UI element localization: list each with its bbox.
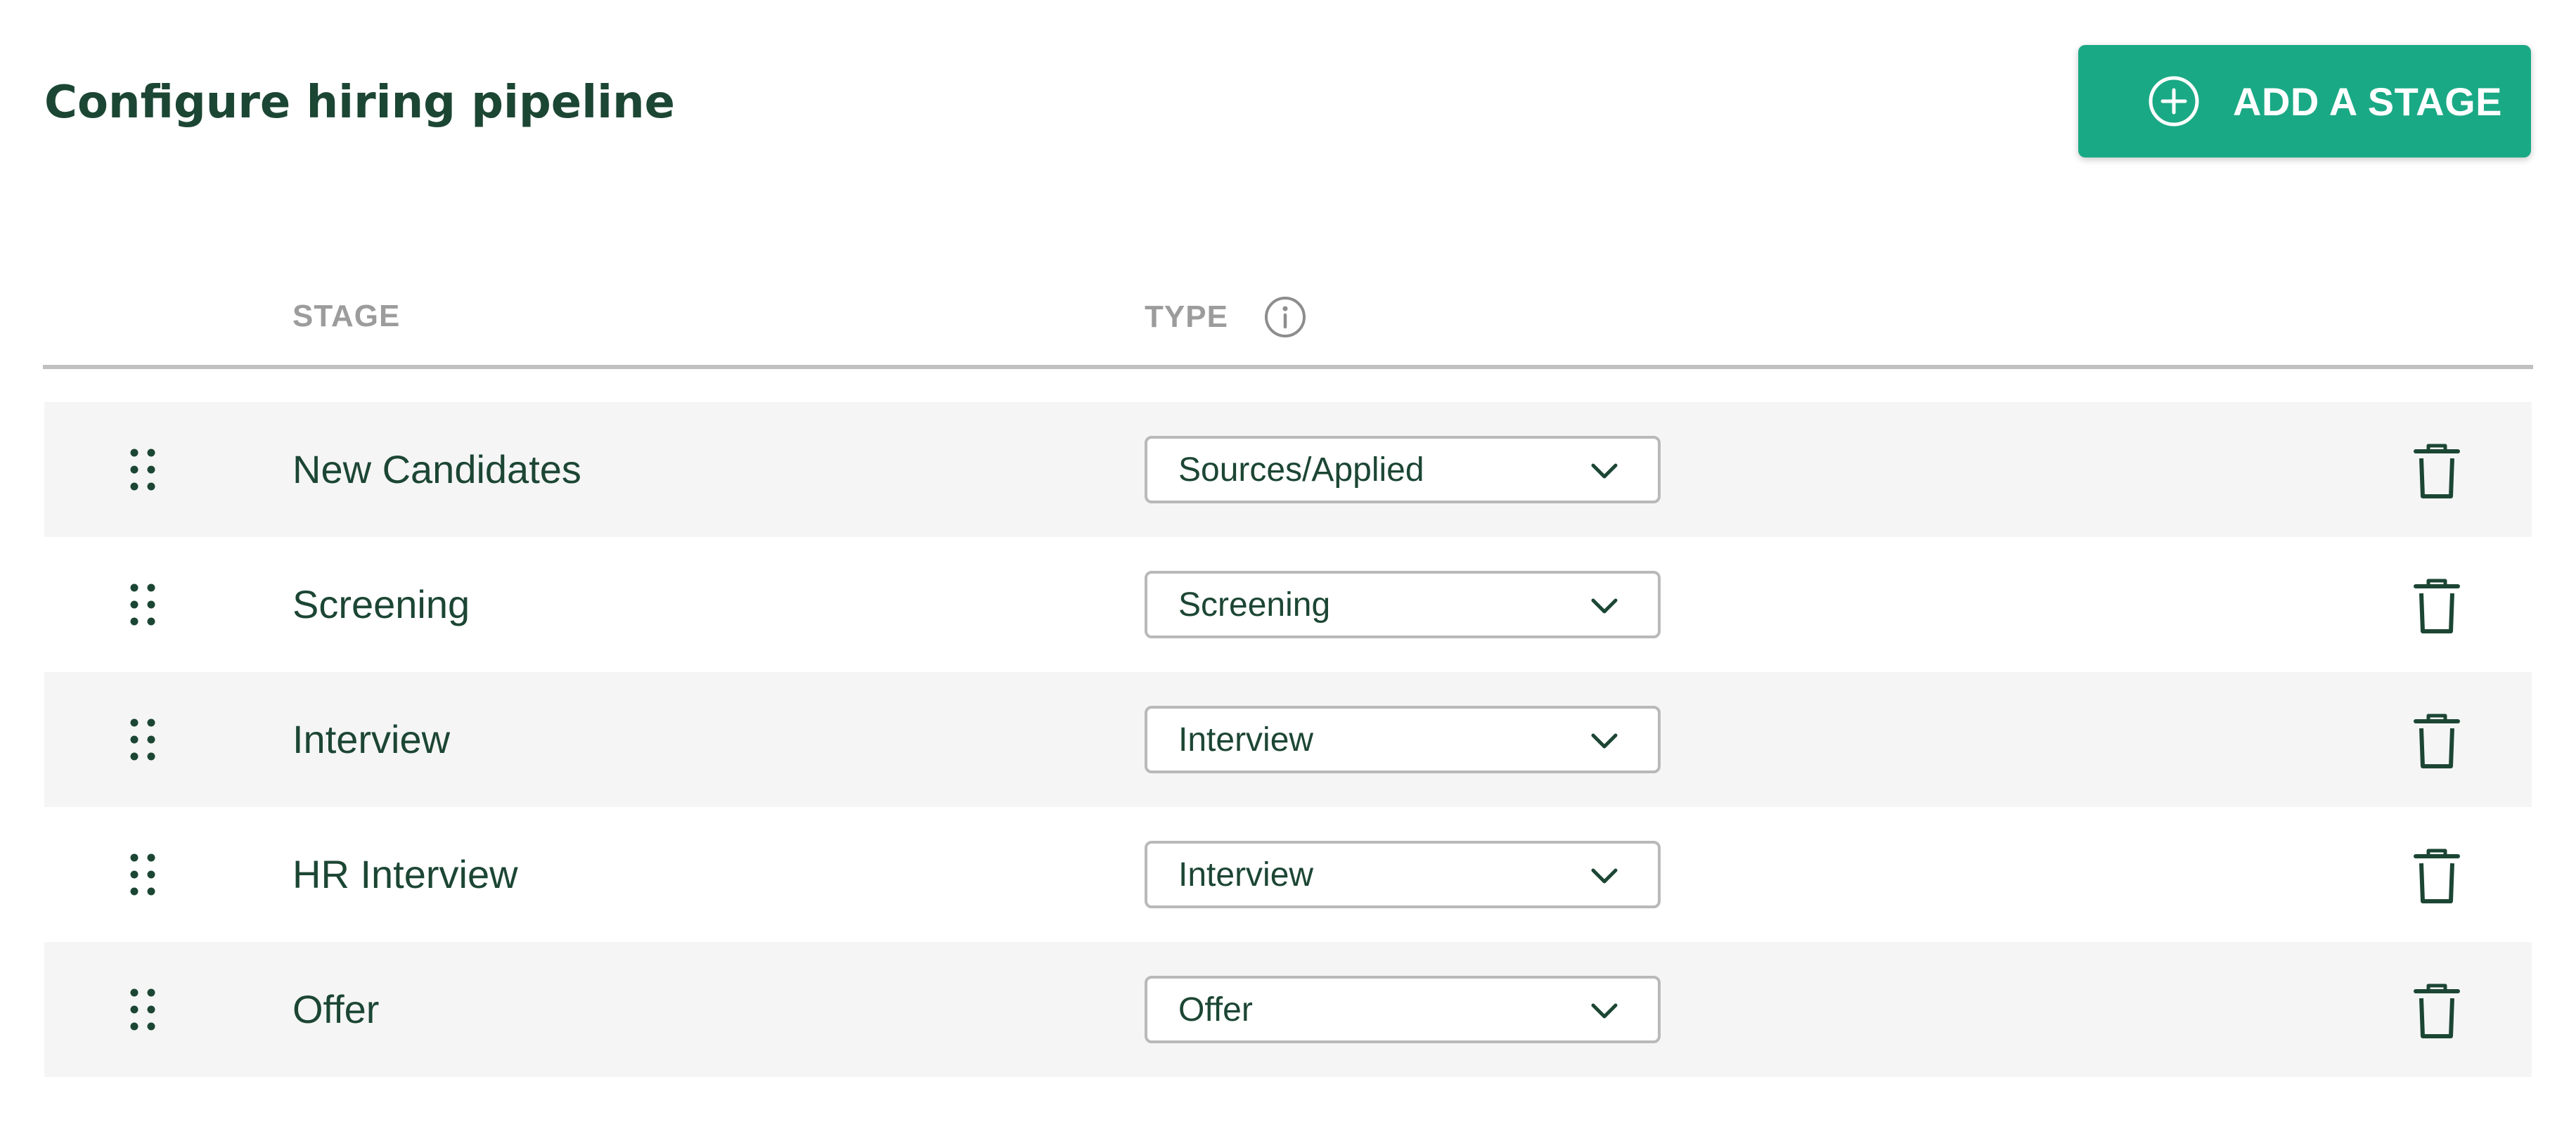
drag-handle-icon[interactable] [122, 852, 164, 897]
add-stage-button[interactable]: ADD A STAGE [2078, 45, 2531, 157]
stage-type-value: Sources/Applied [1178, 451, 1424, 489]
stage-name: New Candidates [292, 447, 581, 491]
chevron-down-icon [1591, 1003, 1618, 1019]
add-stage-label: ADD A STAGE [2233, 79, 2502, 124]
chevron-down-icon [1591, 868, 1618, 884]
trash-icon[interactable] [2409, 441, 2465, 501]
drag-handle-icon[interactable] [122, 447, 164, 492]
trash-icon[interactable] [2409, 981, 2465, 1040]
stage-row: Interview Interview [44, 672, 2532, 807]
stage-name: Interview [292, 717, 451, 761]
stage-list: New Candidates Sources/Applied Screening [44, 402, 2532, 1077]
stage-type-select[interactable]: Offer [1145, 976, 1661, 1043]
stage-type-select[interactable]: Screening [1145, 571, 1661, 638]
info-icon[interactable] [1263, 295, 1307, 339]
stage-name: Offer [292, 987, 380, 1031]
trash-icon[interactable] [2409, 846, 2465, 905]
page-title: Configure hiring pipeline [44, 77, 676, 129]
stage-type-select[interactable]: Sources/Applied [1145, 436, 1661, 503]
stage-row: Offer Offer [44, 942, 2532, 1077]
drag-handle-icon[interactable] [122, 717, 164, 762]
stage-row: New Candidates Sources/Applied [44, 402, 2532, 537]
column-header-type: TYPE [1145, 295, 1307, 339]
drag-handle-icon[interactable] [122, 582, 164, 627]
stage-name: Screening [292, 582, 470, 626]
plus-circle-icon [2149, 76, 2199, 127]
column-header-stage: STAGE [292, 299, 401, 333]
stage-row: Screening Screening [44, 537, 2532, 672]
trash-icon[interactable] [2409, 711, 2465, 770]
chevron-down-icon [1591, 733, 1618, 749]
header-divider [43, 365, 2533, 369]
stage-type-select[interactable]: Interview [1145, 706, 1661, 773]
drag-handle-icon[interactable] [122, 987, 164, 1032]
stage-type-value: Offer [1178, 991, 1253, 1028]
chevron-down-icon [1591, 463, 1618, 479]
stage-type-select[interactable]: Interview [1145, 841, 1661, 908]
stage-name: HR Interview [292, 852, 518, 896]
stage-type-value: Screening [1178, 586, 1331, 624]
stage-type-value: Interview [1178, 721, 1314, 759]
column-header-type-label: TYPE [1145, 299, 1228, 334]
stage-type-value: Interview [1178, 856, 1314, 894]
chevron-down-icon [1591, 598, 1618, 614]
stage-row: HR Interview Interview [44, 807, 2532, 942]
trash-icon[interactable] [2409, 576, 2465, 636]
